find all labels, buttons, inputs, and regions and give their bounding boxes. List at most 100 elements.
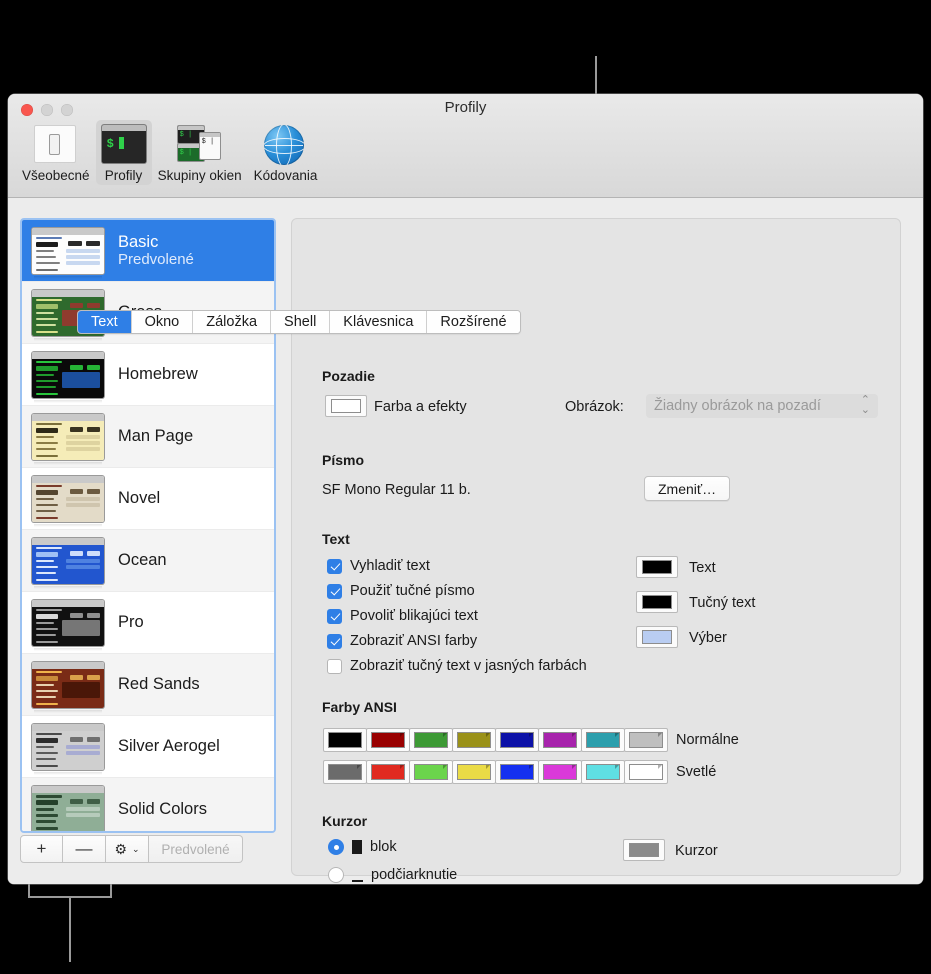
toolbar-item-general[interactable]: Všeobecné (16, 120, 96, 185)
tab-text[interactable]: Text (78, 311, 131, 333)
profile-thumbnail (32, 661, 104, 708)
toolbar-item-encodings[interactable]: Kódovania (248, 120, 324, 185)
profile-row-silver-aerogel[interactable]: Silver Aerogel (22, 716, 274, 778)
bold-text-color-label: Tučný text (689, 595, 756, 611)
add-profile-button[interactable]: + (20, 835, 63, 863)
window-title: Profily (444, 99, 487, 116)
profile-row-ocean[interactable]: Ocean (22, 530, 274, 592)
checkbox-bold-text-bright-colors[interactable]: Zobraziť tučný text v jasných farbách (327, 658, 587, 674)
profile-row-solid-colors[interactable]: Solid Colors (22, 778, 274, 831)
radio-cursor-underline[interactable]: podčiarknutie (328, 867, 457, 883)
checkbox-box (327, 558, 342, 574)
tab-advanced[interactable]: Rozšírené (426, 311, 520, 333)
ansi-bright-6[interactable] (581, 760, 625, 784)
radio-cursor-block[interactable]: blok (328, 839, 397, 855)
profile-subtitle: Predvolené (118, 251, 194, 269)
ansi-normal-5[interactable] (538, 728, 582, 752)
selection-color-swatch[interactable] (636, 626, 678, 648)
background-image-popup[interactable]: Žiadny obrázok na pozadí ⌃ ⌄ (646, 394, 878, 418)
ansi-bright-5[interactable] (538, 760, 582, 784)
toolbar-item-profiles-label: Profily (104, 168, 143, 183)
toolbar-item-window-groups[interactable]: $ | $ | $ | Skupiny okien (152, 120, 248, 185)
profile-row-basic[interactable]: Basic Predvolené (22, 220, 274, 282)
profile-row-man-page[interactable]: Man Page (22, 406, 274, 468)
window-groups-icon: $ | $ | $ | (177, 125, 222, 163)
chevron-updown-icon: ⌃ ⌄ (860, 394, 870, 416)
background-heading: Pozadie (322, 368, 375, 384)
background-image-value: Žiadny obrázok na pozadí (654, 398, 821, 414)
ansi-normal-4[interactable] (495, 728, 539, 752)
background-color-swatch[interactable] (325, 395, 367, 417)
ansi-normal-7[interactable] (624, 728, 668, 752)
cursor-color-swatch[interactable] (623, 839, 665, 861)
toolbar-item-general-label: Všeobecné (22, 168, 90, 183)
profile-thumbnail (32, 786, 104, 831)
selection-color-label: Výber (689, 630, 727, 646)
ansi-normal-1[interactable] (366, 728, 410, 752)
ansi-bright-0[interactable] (323, 760, 367, 784)
ansi-normal-0[interactable] (323, 728, 367, 752)
ansi-bright-2[interactable] (409, 760, 453, 784)
tab-shell[interactable]: Shell (270, 311, 330, 333)
profile-thumbnail (32, 537, 104, 584)
profile-row-novel[interactable]: Novel (22, 468, 274, 530)
checkbox-allow-blinking-text[interactable]: Povoliť blikajúci text (327, 608, 478, 624)
profile-name: Pro (118, 613, 144, 632)
checkbox-label: Vyhladiť text (350, 558, 430, 574)
profile-row-homebrew[interactable]: Homebrew (22, 344, 274, 406)
tab-window[interactable]: Okno (130, 311, 193, 333)
general-icon (33, 125, 78, 163)
checkbox-box (327, 583, 342, 599)
tab-keyboard[interactable]: Klávesnica (329, 311, 427, 333)
profile-name: Red Sands (118, 675, 200, 694)
tab-tab[interactable]: Záložka (192, 311, 271, 333)
ansi-normal-6[interactable] (581, 728, 625, 752)
ansi-bright-7[interactable] (624, 760, 668, 784)
profile-thumbnail (32, 475, 104, 522)
checkbox-use-bold-fonts[interactable]: Použiť tučné písmo (327, 583, 475, 599)
change-font-button[interactable]: Zmeniť… (644, 476, 731, 501)
ansi-normal-2[interactable] (409, 728, 453, 752)
profile-thumbnail (32, 413, 104, 460)
plus-icon: + (36, 839, 47, 858)
ansi-bright-label: Svetlé (676, 764, 717, 780)
background-image-label: Obrázok: (565, 399, 624, 415)
profile-actions-button[interactable]: ⚙ ⌄ (106, 835, 149, 863)
radio-label: podčiarknutie (371, 867, 458, 883)
set-default-label: Predvolené (161, 841, 230, 857)
checkbox-box (327, 658, 342, 674)
profile-name: Novel (118, 489, 161, 508)
ansi-bright-3[interactable] (452, 760, 496, 784)
toolbar-item-profiles[interactable]: $ Profily (95, 120, 152, 185)
text-heading: Text (322, 531, 350, 547)
cursor-underline-glyph (352, 868, 363, 882)
radio-label: blok (370, 839, 397, 855)
preferences-window: Profily Všeobecné $ Profily $ | $ | $ | … (8, 94, 923, 884)
checkbox-antialias-text[interactable]: Vyhladiť text (327, 558, 430, 574)
profile-name: Solid Colors (118, 799, 207, 818)
callout-line-list-buttons (69, 896, 71, 962)
profile-name: Homebrew (118, 365, 198, 384)
ansi-heading: Farby ANSI (322, 699, 397, 715)
bold-text-color-swatch[interactable] (636, 591, 678, 613)
window-content: Basic Predvolené Homebrew Man Page Novel… (8, 198, 923, 884)
ansi-bright-4[interactable] (495, 760, 539, 784)
cursor-block-glyph (352, 840, 362, 854)
profile-row-red-sands[interactable]: Red Sands (22, 654, 274, 716)
profile-thumbnail (32, 723, 104, 770)
ansi-bright-1[interactable] (366, 760, 410, 784)
profile-row-pro[interactable]: Pro (22, 592, 274, 654)
cursor-color-label: Kurzor (675, 843, 718, 859)
set-default-button[interactable]: Predvolené (149, 835, 243, 863)
profile-thumbnail (32, 599, 104, 646)
toolbar-item-window-groups-label: Skupiny okien (157, 168, 242, 183)
ansi-normal-3[interactable] (452, 728, 496, 752)
cursor-heading: Kurzor (322, 813, 368, 829)
checkbox-display-ansi-colors[interactable]: Zobraziť ANSI farby (327, 633, 477, 649)
text-color-swatch[interactable] (636, 556, 678, 578)
remove-profile-button[interactable]: — (63, 835, 106, 863)
window-titlebar: Profily Všeobecné $ Profily $ | $ | $ | … (8, 94, 923, 198)
radio-button (328, 839, 344, 855)
background-color-label: Farba a efekty (374, 399, 467, 415)
settings-tabs[interactable]: Text Okno Záložka Shell Klávesnica Rozší… (77, 310, 521, 334)
